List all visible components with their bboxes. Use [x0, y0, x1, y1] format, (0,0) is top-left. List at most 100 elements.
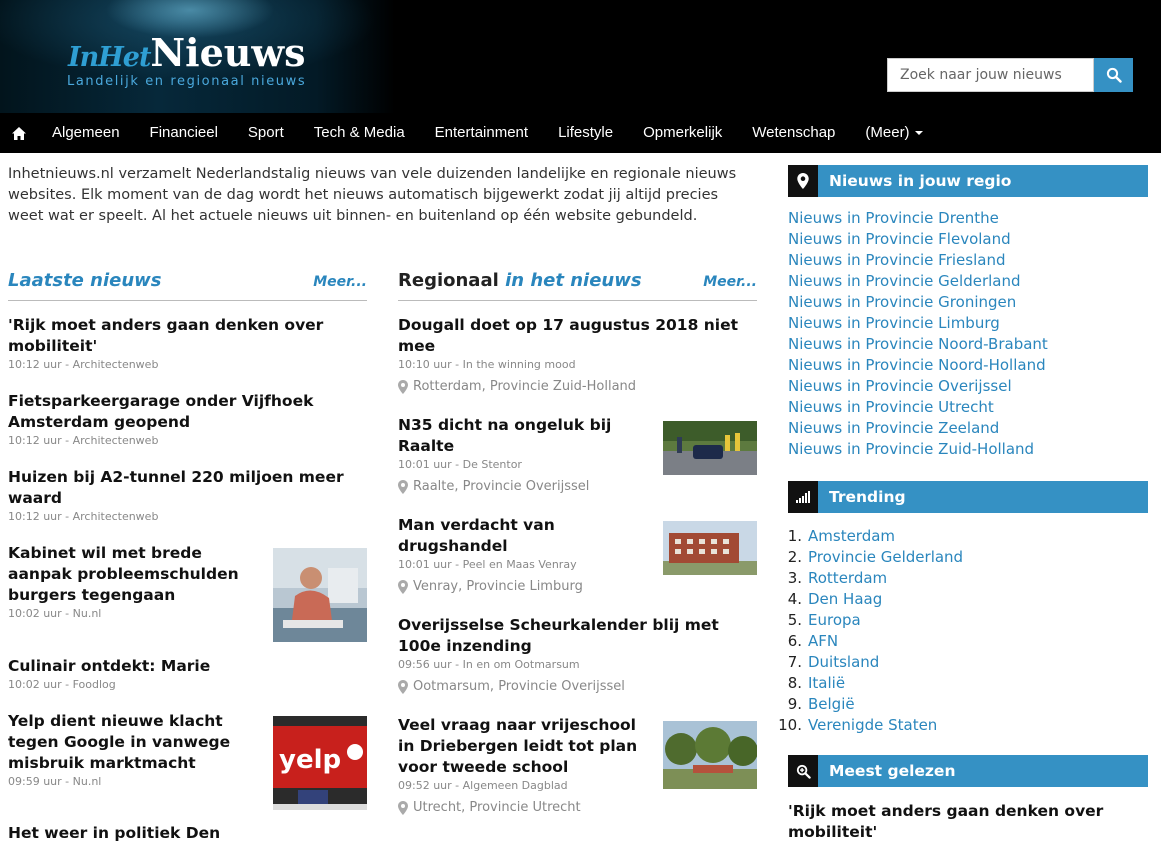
- location-label: Raalte, Provincie Overijssel: [413, 479, 590, 494]
- trending-link[interactable]: Den Haag: [808, 590, 882, 608]
- map-marker-icon: [788, 165, 818, 197]
- article-thumbnail[interactable]: [663, 521, 757, 575]
- region-link[interactable]: Nieuws in Provincie Friesland: [788, 250, 1148, 271]
- article-title[interactable]: Culinair ontdekt: Marie: [8, 656, 367, 677]
- most-read-list: 'Rijk moet anders gaan denken over mobil…: [788, 801, 1118, 843]
- nav-home[interactable]: [0, 113, 37, 153]
- trending-item: 4. Den Haag: [787, 590, 883, 608]
- nav-item-wetenschap[interactable]: Wetenschap: [737, 113, 850, 153]
- location-label: Venray, Provincie Limburg: [413, 579, 583, 594]
- article-thumbnail[interactable]: [273, 548, 367, 642]
- region-link[interactable]: Nieuws in Provincie Noord-Holland: [788, 355, 1148, 376]
- article-thumbnail[interactable]: yelp: [273, 716, 367, 810]
- nav-item-opmerkelijk[interactable]: Opmerkelijk: [628, 113, 737, 153]
- latest-article: Huizen bij A2-tunnel 220 miljoen meer wa…: [8, 467, 367, 524]
- nav-item-tech-media[interactable]: Tech & Media: [299, 113, 420, 153]
- search-button[interactable]: [1094, 58, 1133, 92]
- map-marker-icon: [398, 480, 408, 494]
- article-title[interactable]: 'Rijk moet anders gaan denken over mobil…: [8, 315, 367, 357]
- location-label: Ootmarsum, Provincie Overijssel: [413, 679, 625, 694]
- trending-item: 7. Duitsland: [787, 653, 880, 671]
- article-title[interactable]: Huizen bij A2-tunnel 220 miljoen meer wa…: [8, 467, 367, 509]
- search-input[interactable]: [887, 58, 1094, 92]
- yelp-sign-image: yelp: [273, 716, 367, 810]
- trending-item: 1. Amsterdam: [787, 527, 896, 545]
- school-trees-image: [663, 721, 757, 789]
- region-link[interactable]: Nieuws in Provincie Groningen: [788, 292, 1148, 313]
- trending-item: 6. AFN: [787, 632, 839, 650]
- logo-main: Nieuws: [150, 30, 306, 75]
- article-thumbnail[interactable]: [663, 421, 757, 475]
- latest-news-more-link[interactable]: Meer...: [313, 274, 367, 290]
- trending-item: 3. Rotterdam: [787, 569, 888, 587]
- location-label: Utrecht, Provincie Utrecht: [413, 800, 581, 815]
- trending-link[interactable]: Europa: [808, 611, 861, 629]
- regions-header: Nieuws in jouw regio: [788, 165, 1148, 197]
- map-marker-icon: [398, 580, 408, 594]
- article-location[interactable]: Utrecht, Provincie Utrecht: [398, 800, 757, 816]
- article-location[interactable]: Venray, Provincie Limburg: [398, 579, 757, 595]
- region-link[interactable]: Nieuws in Provincie Flevoland: [788, 229, 1148, 250]
- nav-item-entertainment[interactable]: Entertainment: [420, 113, 543, 153]
- region-link[interactable]: Nieuws in Provincie Zeeland: [788, 418, 1148, 439]
- regions-list: Nieuws in Provincie Drenthe Nieuws in Pr…: [788, 208, 1148, 460]
- trending-item: 9. België: [787, 695, 855, 713]
- region-link[interactable]: Nieuws in Provincie Gelderland: [788, 271, 1148, 292]
- article-meta: 09:56 uur - In en om Ootmarsum: [398, 658, 580, 671]
- trending-link[interactable]: Rotterdam: [808, 569, 887, 587]
- regional-article: Dougall doet op 17 augustus 2018 niet me…: [398, 315, 757, 395]
- nav-item-financieel[interactable]: Financieel: [135, 113, 233, 153]
- article-title[interactable]: Yelp dient nieuwe klacht tegen Google in…: [8, 711, 258, 774]
- main-nav: Algemeen Financieel Sport Tech & Media E…: [0, 113, 1161, 153]
- map-marker-icon: [398, 801, 408, 815]
- region-link[interactable]: Nieuws in Provincie Noord-Brabant: [788, 334, 1148, 355]
- article-title[interactable]: Dougall doet op 17 augustus 2018 niet me…: [398, 315, 757, 357]
- regional-news-column: Regionaal in het nieuws Meer... Dougall …: [398, 268, 757, 815]
- article-title[interactable]: N35 dicht na ongeluk bij Raalte: [398, 415, 638, 457]
- trending-link[interactable]: AFN: [808, 632, 838, 650]
- region-link[interactable]: Nieuws in Provincie Utrecht: [788, 397, 1148, 418]
- trending-link[interactable]: België: [808, 695, 855, 713]
- signal-bars-icon: [788, 481, 818, 513]
- nav-item-sport[interactable]: Sport: [233, 113, 299, 153]
- latest-article: Yelp dient nieuwe klacht tegen Google in…: [8, 711, 367, 810]
- article-title[interactable]: Veel vraag naar vrijeschool in Drieberge…: [398, 715, 638, 778]
- nav-item-algemeen[interactable]: Algemeen: [37, 113, 135, 153]
- regional-news-header: Regionaal in het nieuws Meer...: [398, 268, 757, 301]
- article-meta: 10:12 uur - Architectenweb: [8, 510, 159, 523]
- regional-news-more-link[interactable]: Meer...: [703, 274, 757, 290]
- region-link[interactable]: Nieuws in Provincie Limburg: [788, 313, 1148, 334]
- site-tagline: Landelijk en regionaal nieuws: [67, 74, 307, 89]
- latest-article: 'Rijk moet anders gaan denken over mobil…: [8, 315, 367, 372]
- region-link[interactable]: Nieuws in Provincie Overijssel: [788, 376, 1148, 397]
- most-read-title: Meest gelezen: [818, 755, 1148, 787]
- site-logo[interactable]: InHetNieuws: [68, 30, 306, 75]
- home-icon: [11, 126, 26, 140]
- trending-link[interactable]: Provincie Gelderland: [808, 548, 963, 566]
- trending-link[interactable]: Italië: [808, 674, 845, 692]
- location-label: Rotterdam, Provincie Zuid-Holland: [413, 379, 637, 394]
- regional-article: Veel vraag naar vrijeschool in Drieberge…: [398, 715, 757, 816]
- most-read-item[interactable]: 'Rijk moet anders gaan denken over mobil…: [788, 801, 1118, 843]
- article-title[interactable]: Kabinet wil met brede aanpak probleemsch…: [8, 543, 258, 606]
- article-title[interactable]: Man verdacht van drugshandel: [398, 515, 638, 557]
- map-marker-icon: [398, 380, 408, 394]
- map-marker-icon: [398, 680, 408, 694]
- trending-list: 1. Amsterdam 2. Provincie Gelderland 3. Rot…: [768, 526, 1148, 736]
- regions-title: Nieuws in jouw regio: [818, 165, 1148, 197]
- region-link[interactable]: Nieuws in Provincie Zuid-Holland: [788, 439, 1148, 460]
- article-thumbnail[interactable]: [663, 721, 757, 789]
- article-location[interactable]: Ootmarsum, Provincie Overijssel: [398, 679, 757, 695]
- nav-item-more[interactable]: (Meer): [850, 113, 937, 153]
- search-form: [887, 58, 1133, 92]
- nav-item-lifestyle[interactable]: Lifestyle: [543, 113, 628, 153]
- article-title[interactable]: Overijsselse Scheurkalender blij met 100…: [398, 615, 757, 657]
- trending-link[interactable]: Verenigde Staten: [808, 716, 937, 734]
- article-title[interactable]: Het weer in politiek Den: [8, 823, 367, 844]
- article-location[interactable]: Rotterdam, Provincie Zuid-Holland: [398, 379, 757, 395]
- trending-link[interactable]: Amsterdam: [808, 527, 895, 545]
- region-link[interactable]: Nieuws in Provincie Drenthe: [788, 208, 1148, 229]
- trending-link[interactable]: Duitsland: [808, 653, 879, 671]
- article-title[interactable]: Fietsparkeergarage onder Vijfhoek Amster…: [8, 391, 367, 433]
- article-location[interactable]: Raalte, Provincie Overijssel: [398, 479, 757, 495]
